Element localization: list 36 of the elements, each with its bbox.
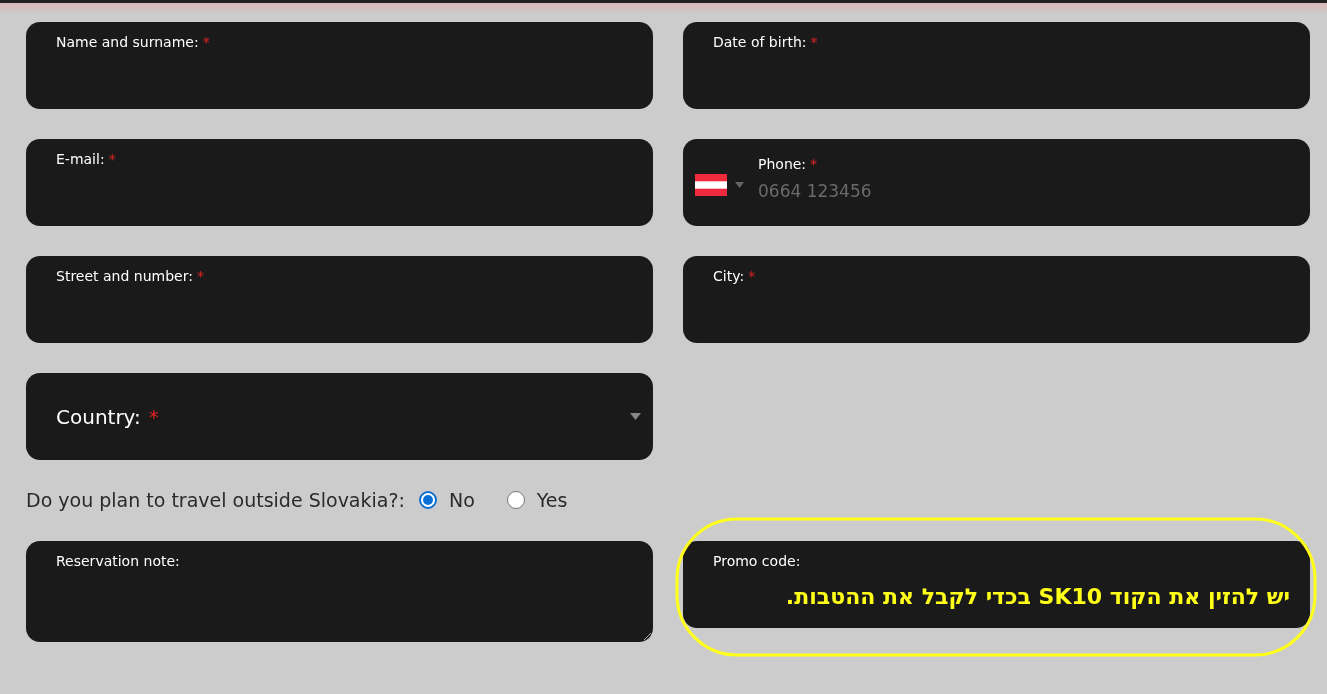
required-mark: * — [108, 150, 116, 169]
field-label: Name and surname: — [56, 33, 199, 52]
promo-annotation: יש להזין את הקוד SK10 בכדי לקבל את ההטבות. — [784, 582, 1290, 611]
text-field[interactable]: Street and number: * — [26, 256, 653, 343]
field-label: City: — [713, 267, 745, 286]
text-field[interactable]: Date of birth: * — [683, 22, 1310, 109]
caret-icon — [630, 413, 641, 420]
required-mark: * — [810, 155, 818, 175]
required-mark: * — [810, 33, 818, 52]
phone-placeholder: 0664 123456 — [758, 180, 872, 204]
text-field[interactable]: City: * — [683, 256, 1310, 343]
required-mark: * — [202, 33, 210, 52]
note-textarea[interactable]: Reservation note: — [26, 540, 653, 642]
text-field[interactable]: Name and surname: * — [26, 22, 653, 109]
radio-button[interactable] — [418, 491, 437, 510]
field-label: E-mail: — [56, 150, 105, 169]
field-label: Street and number: — [56, 267, 193, 286]
required-mark: * — [748, 267, 756, 286]
radio-button[interactable] — [506, 491, 525, 510]
flag-icon — [695, 173, 727, 196]
phone-field[interactable]: Phone: * 0664 123456 — [683, 139, 1310, 226]
resize-handle-icon[interactable] — [643, 631, 651, 640]
field-label: Date of birth: — [713, 33, 807, 52]
select-label: Country: — [56, 403, 141, 431]
field-label: Phone: — [758, 155, 807, 175]
caret-icon — [735, 181, 744, 188]
text-field[interactable]: E-mail: * — [26, 139, 653, 226]
country-select[interactable]: Country: * — [26, 373, 653, 460]
radio-option[interactable]: No — [418, 486, 475, 515]
question-text: Do you plan to travel outside Slovakia?: — [26, 488, 405, 513]
required-mark: * — [196, 267, 204, 286]
radio-option[interactable]: Yes — [506, 486, 568, 515]
field-label: Reservation note: — [56, 551, 180, 571]
country-picker[interactable] — [695, 173, 744, 196]
required-mark: * — [148, 403, 159, 431]
field-label: Promo code: — [713, 551, 801, 571]
